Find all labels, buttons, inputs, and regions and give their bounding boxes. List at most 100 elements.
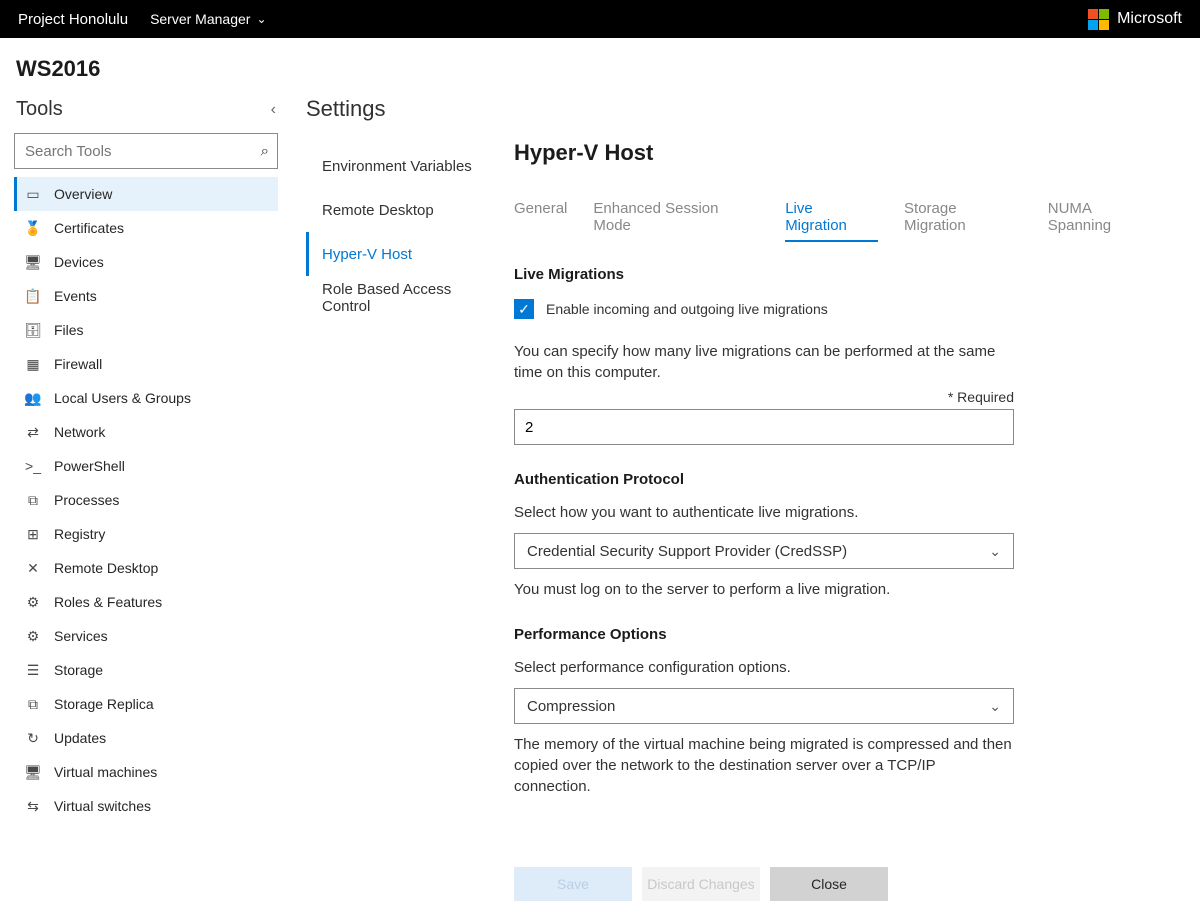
chevron-down-icon: ⌄	[256, 12, 266, 26]
tool-item[interactable]: 🏅 Certificates	[14, 211, 278, 245]
search-input[interactable]	[15, 134, 241, 168]
tab[interactable]: NUMA Spanning	[1048, 200, 1158, 242]
tool-label: Processes	[54, 492, 119, 508]
tool-label: Virtual machines	[54, 764, 157, 780]
required-label: * Required	[514, 389, 1014, 405]
collapse-left-icon[interactable]: ‹	[271, 101, 276, 119]
tool-icon: 🏅	[24, 220, 42, 237]
tool-icon: 🗄	[24, 322, 42, 339]
auth-note-text: You must log on to the server to perform…	[514, 579, 1014, 600]
tool-icon: ▭	[24, 186, 42, 203]
tool-item[interactable]: 👥Local Users & Groups	[14, 381, 278, 415]
tool-label: Files	[54, 322, 84, 338]
close-button[interactable]: Close	[770, 867, 888, 901]
tool-label: Network	[54, 424, 105, 440]
settings-title: Settings	[306, 92, 496, 144]
tool-item[interactable]: ⚙ Roles & Features	[14, 585, 278, 619]
tool-icon: ▦	[24, 356, 42, 373]
tab[interactable]: Storage Migration	[904, 200, 1022, 242]
settings-item[interactable]: Role Based Access Control	[306, 276, 496, 320]
tab-bar: General Enhanced Session Mode Live Migrati…	[514, 200, 1158, 242]
action-buttons: Save Discard Changes Close	[514, 867, 888, 901]
auth-help-text: Select how you want to authenticate live…	[514, 504, 1158, 521]
tool-item[interactable]: 📋 Events	[14, 279, 278, 313]
tool-label: Events	[54, 288, 97, 304]
tool-label: Devices	[54, 254, 104, 270]
auth-protocol-select[interactable]: Credential Security Support Provider (Cr…	[514, 533, 1014, 569]
settings-item[interactable]: Environment Variables	[306, 144, 496, 188]
auth-protocol-title: Authentication Protocol	[514, 471, 1158, 488]
tool-label: Registry	[54, 526, 105, 542]
tool-item[interactable]: 🖥Virtual machines	[14, 755, 278, 789]
page-title: Hyper-V Host	[514, 140, 1158, 166]
tools-list: ▭ Overview 🏅 Certificates 🖥 Devices 📋 Events 🗄 Fi…	[14, 177, 278, 823]
tool-icon: ⊞	[24, 526, 42, 543]
perf-options-select[interactable]: Compression ⌄	[514, 688, 1014, 724]
tool-label: Roles & Features	[54, 594, 162, 610]
tool-icon: ⚙	[24, 628, 42, 645]
tool-icon: ⚙	[24, 594, 42, 611]
tool-item[interactable]: 🗄 Files	[14, 313, 278, 347]
server-manager-label: Server Manager	[150, 11, 250, 27]
save-button[interactable]: Save	[514, 867, 632, 901]
tool-label: Updates	[54, 730, 106, 746]
tool-label: Storage Replica	[54, 696, 154, 712]
enable-migrations-checkbox[interactable]: ✓	[514, 299, 534, 319]
tool-item[interactable]: ✕Remote Desktop	[14, 551, 278, 585]
content-area: Hyper-V Host General Enhanced Session Mod…	[506, 92, 1200, 921]
tab[interactable]: General	[514, 200, 567, 242]
chevron-down-icon: ⌄	[989, 543, 1001, 560]
tool-item[interactable]: 🖥 Devices	[14, 245, 278, 279]
tool-label: Remote Desktop	[54, 560, 158, 576]
settings-panel: Settings Environment VariablesRemote Des…	[292, 92, 506, 921]
microsoft-label: Microsoft	[1117, 10, 1182, 28]
tool-icon: 📋	[24, 288, 42, 305]
tool-icon: >_	[24, 458, 42, 474]
tool-item[interactable]: ☰Storage	[14, 653, 278, 687]
tool-label: PowerShell	[54, 458, 125, 474]
tool-item[interactable]: ⚙Services	[14, 619, 278, 653]
tool-item[interactable]: ⧉ Storage Replica	[14, 687, 278, 721]
tool-icon: ⇄	[24, 424, 42, 441]
tool-label: Overview	[54, 186, 112, 202]
tool-label: Firewall	[54, 356, 102, 372]
tools-panel: Tools ‹ ⌕ ▭Overview🏅Certificates🖥Devices…	[0, 92, 292, 921]
tab[interactable]: Enhanced Session Mode	[593, 200, 759, 242]
tool-item[interactable]: ▭ Overview	[14, 177, 278, 211]
tool-item[interactable]: ⇄ Network	[14, 415, 278, 449]
tool-item[interactable]: ⊞ Registry	[14, 517, 278, 551]
settings-item[interactable]: Hyper-V Host	[306, 232, 496, 276]
concurrent-migrations-input[interactable]	[514, 409, 1014, 445]
tool-label: Local Users & Groups	[54, 390, 191, 406]
microsoft-brand[interactable]: Microsoft	[1088, 9, 1182, 30]
settings-list: Environment VariablesRemote DesktopHyper…	[306, 144, 496, 320]
perf-options-value: Compression	[527, 698, 615, 715]
live-migrations-title: Live Migrations	[514, 266, 1158, 283]
server-manager-menu[interactable]: Server Manager ⌄	[150, 11, 266, 27]
discard-button[interactable]: Discard Changes	[642, 867, 760, 901]
tool-item[interactable]: ⧉ Processes	[14, 483, 278, 517]
tool-icon: 🖥	[24, 254, 42, 271]
tools-search[interactable]: ⌕	[14, 133, 278, 169]
chevron-down-icon: ⌄	[989, 698, 1001, 715]
tool-label: Storage	[54, 662, 103, 678]
product-link[interactable]: Project Honolulu	[18, 11, 128, 28]
search-icon[interactable]: ⌕	[261, 143, 269, 160]
tool-icon: ⧉	[24, 696, 42, 713]
perf-options-title: Performance Options	[514, 626, 1158, 643]
microsoft-logo-icon	[1088, 9, 1109, 30]
settings-item[interactable]: Remote Desktop	[306, 188, 496, 232]
perf-note-text: The memory of the virtual machine being …	[514, 734, 1014, 797]
tool-item[interactable]: ⇆Virtual switches	[14, 789, 278, 823]
perf-help-text: Select performance configuration options…	[514, 659, 1158, 676]
tool-label: Certificates	[54, 220, 124, 236]
tool-item[interactable]: ↻ Updates	[14, 721, 278, 755]
top-bar: Project Honolulu Server Manager ⌄ Micros…	[0, 0, 1200, 38]
server-name-heading: WS2016	[0, 38, 1200, 92]
tool-item[interactable]: ▦ Firewall	[14, 347, 278, 381]
tool-icon: ⧉	[24, 492, 42, 509]
tool-icon: ↻	[24, 730, 42, 747]
tab[interactable]: Live Migration	[785, 200, 878, 242]
tool-item[interactable]: >_ PowerShell	[14, 449, 278, 483]
concurrent-help-text: You can specify how many live migrations…	[514, 341, 1014, 383]
